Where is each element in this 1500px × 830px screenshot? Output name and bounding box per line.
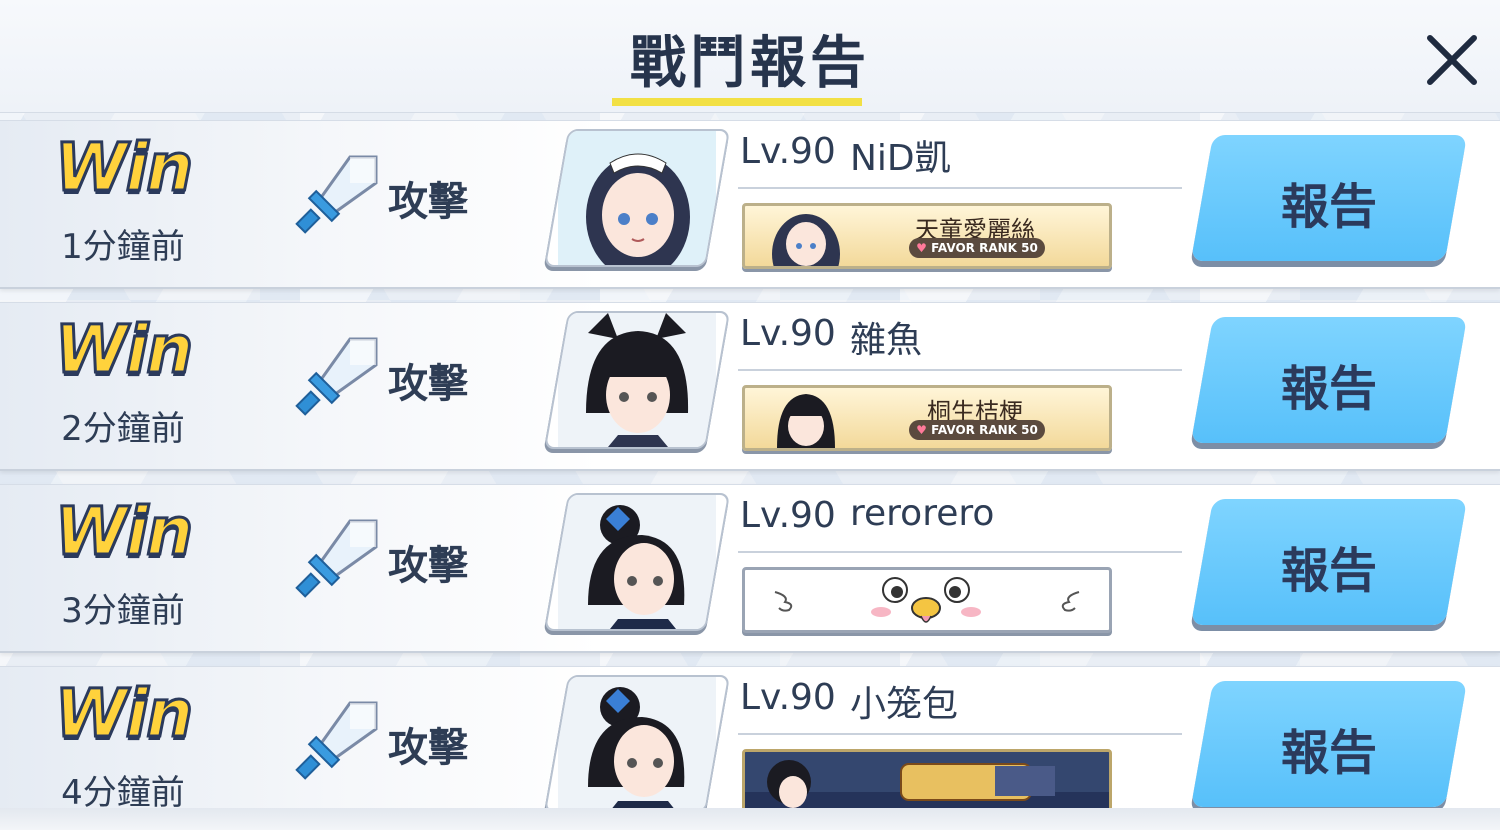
list-item: Win 1分鐘前 攻擊 Lv.90 NiD凱 天童愛麗絲 ♥ FAVOR RAN… xyxy=(0,120,1500,289)
favor-rank-text: FAVOR RANK 50 xyxy=(931,241,1038,255)
sword-icon xyxy=(295,701,378,780)
banner-portrait xyxy=(777,394,835,448)
result-label: Win xyxy=(53,310,194,390)
event-banner xyxy=(742,749,1112,810)
event-banner-art xyxy=(745,752,1109,810)
opponent-level: Lv.90 xyxy=(740,131,836,172)
opponent-level: Lv.90 xyxy=(740,313,836,354)
opponent-avatar[interactable] xyxy=(543,675,731,810)
favor-rank-text: FAVOR RANK 50 xyxy=(931,423,1038,437)
favor-rank-badge: ♥ FAVOR RANK 50 xyxy=(909,238,1045,258)
opponent-name: 雜魚 xyxy=(850,320,923,361)
time-ago: 3分鐘前 xyxy=(61,591,185,631)
time-ago: 1分鐘前 xyxy=(61,227,185,267)
bird-face-icon xyxy=(774,577,1080,623)
divider xyxy=(738,551,1182,553)
page-title: 戰鬥報告 xyxy=(630,31,870,96)
header-bar: 戰鬥報告 xyxy=(0,0,1500,113)
favor-banner: 桐生桔梗 ♥ FAVOR RANK 50 xyxy=(742,385,1112,451)
banner-portrait xyxy=(772,214,840,266)
mode-label: 攻擊 xyxy=(388,361,468,407)
opponent-name: 小笼包 xyxy=(850,684,959,725)
list-item: Win 2分鐘前 攻擊 Lv.90 雜魚 桐生桔梗 ♥ FAVOR RANK 5… xyxy=(0,302,1500,471)
mode-label: 攻擊 xyxy=(388,543,468,589)
battle-report-list[interactable]: Win 1分鐘前 攻擊 Lv.90 NiD凱 天童愛麗絲 ♥ FAVOR RAN… xyxy=(0,120,1500,810)
opponent-level: Lv.90 xyxy=(740,677,836,718)
time-ago: 2分鐘前 xyxy=(61,409,185,449)
heart-icon: ♥ xyxy=(916,423,927,437)
title-underline xyxy=(612,98,862,106)
sword-icon xyxy=(295,337,378,416)
close-icon[interactable] xyxy=(1420,28,1484,92)
list-item: Win 4分鐘前 攻擊 Lv.90 小笼包 報告 xyxy=(0,666,1500,810)
result-label: Win xyxy=(53,492,194,572)
report-button[interactable] xyxy=(1190,499,1468,625)
list-item: Win 3分鐘前 攻擊 Lv.90 rerorero 報告 xyxy=(0,484,1500,653)
divider xyxy=(738,369,1182,371)
result-label: Win xyxy=(53,674,194,754)
divider xyxy=(738,733,1182,735)
opponent-name: rerorero xyxy=(850,493,995,534)
report-button[interactable] xyxy=(1190,317,1468,443)
report-button[interactable] xyxy=(1190,681,1468,807)
mode-label: 攻擊 xyxy=(388,725,468,771)
sword-icon xyxy=(295,155,378,234)
opponent-name: NiD凱 xyxy=(850,138,951,179)
opponent-level: Lv.90 xyxy=(740,495,836,536)
favor-banner: 天童愛麗絲 ♥ FAVOR RANK 50 xyxy=(742,203,1112,269)
divider xyxy=(738,187,1182,189)
opponent-avatar[interactable] xyxy=(543,311,731,449)
heart-icon: ♥ xyxy=(916,241,927,255)
time-ago: 4分鐘前 xyxy=(61,773,185,810)
bird-banner xyxy=(742,567,1112,633)
report-button[interactable] xyxy=(1190,135,1468,261)
sword-icon xyxy=(295,519,378,598)
opponent-avatar[interactable] xyxy=(543,129,731,267)
favor-rank-badge: ♥ FAVOR RANK 50 xyxy=(909,420,1045,440)
bottom-edge xyxy=(0,808,1500,830)
mode-label: 攻擊 xyxy=(388,179,468,225)
result-label: Win xyxy=(53,128,194,208)
opponent-avatar[interactable] xyxy=(543,493,731,631)
